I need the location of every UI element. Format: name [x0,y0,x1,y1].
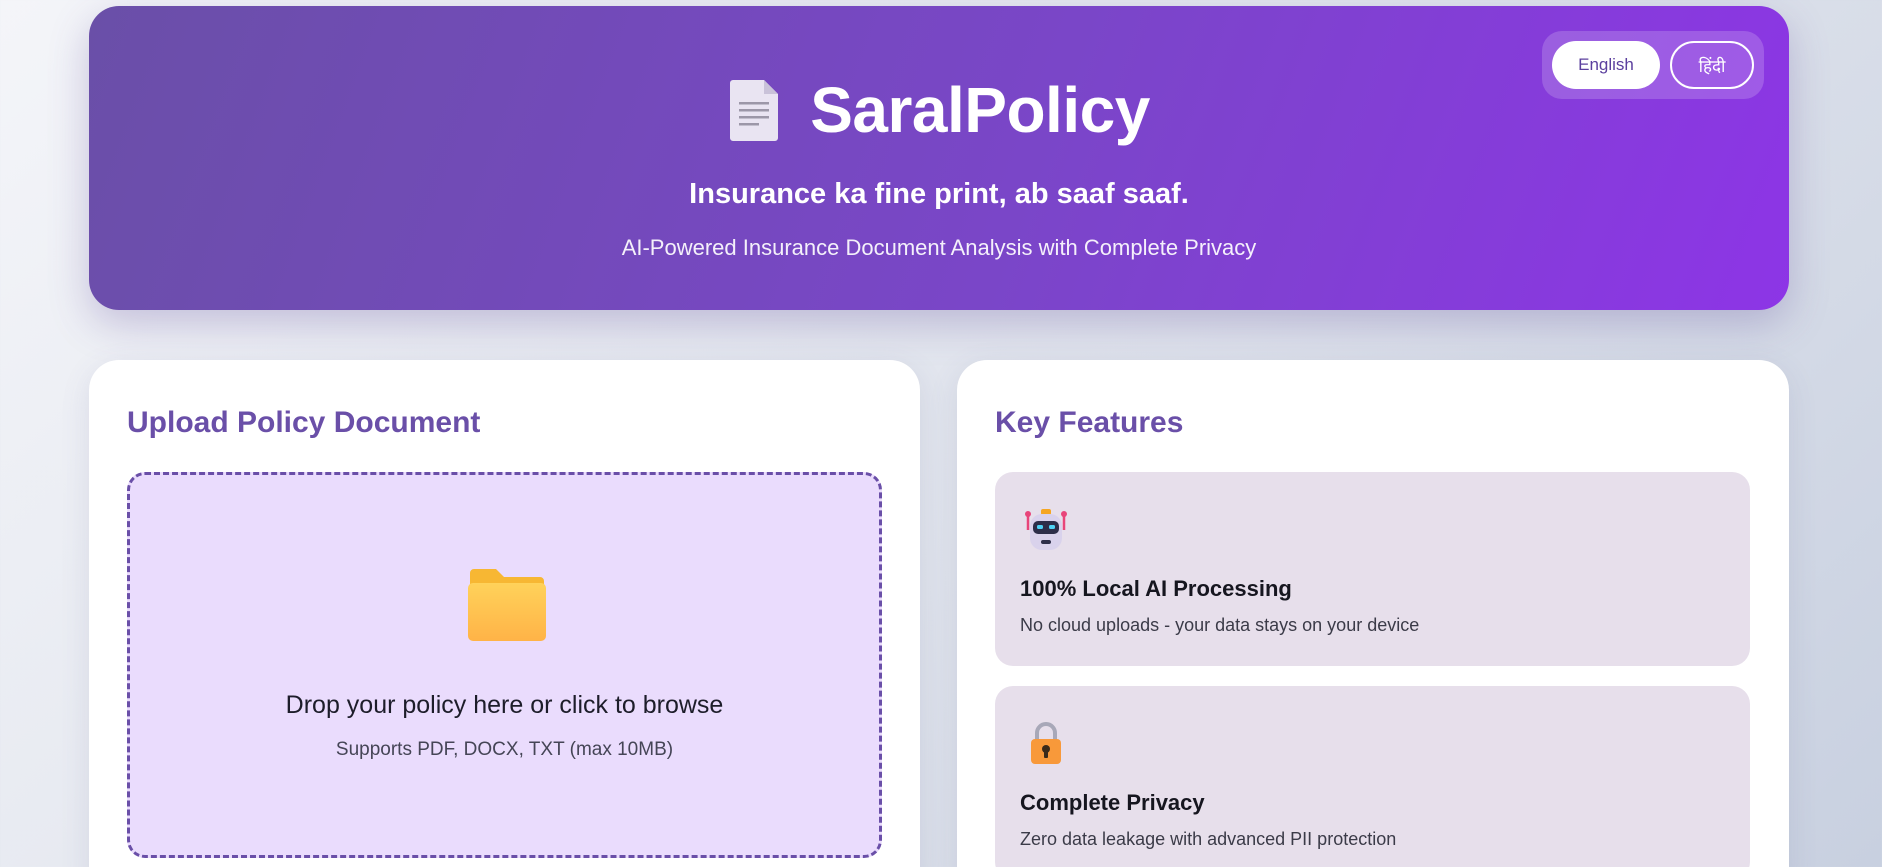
feature-description: No cloud uploads - your data stays on yo… [1020,615,1420,635]
feature-title: 100% Local AI Processing [1020,576,1292,601]
upload-card-title: Upload Policy Document [127,406,481,439]
app-title: SaralPolicy [810,74,1150,146]
feature-title: Complete Privacy [1020,790,1205,815]
upload-card: Upload Policy Document Drop your policy … [89,360,920,867]
dropzone-supported-formats: Supports PDF, DOCX, TXT (max 10MB) [335,739,674,760]
dropzone-title: Drop your policy here or click to browse [285,691,724,719]
document-icon [730,80,779,141]
feature-item-privacy: Complete Privacy Zero data leakage with … [995,686,1750,867]
feature-item-local-ai: 100% Local AI Processing No cloud upload… [995,472,1750,666]
feature-description: Zero data leakage with advanced PII prot… [1020,829,1397,849]
robot-icon [1025,509,1067,550]
features-card-title: Key Features [995,406,1184,439]
folder-icon [468,569,546,641]
file-dropzone[interactable]: Drop your policy here or click to browse… [127,472,882,858]
features-card: Key Features 100% Local AI Processing No… [957,360,1789,867]
brand: SaralPolicy [89,68,1789,152]
tagline: Insurance ka fine print, ab saaf saaf. [689,178,1189,210]
lock-icon [1031,722,1061,764]
subtitle: AI-Powered Insurance Document Analysis w… [621,235,1257,260]
app-header: English हिंदी SaralPolicy Insurance ka f… [89,6,1789,310]
